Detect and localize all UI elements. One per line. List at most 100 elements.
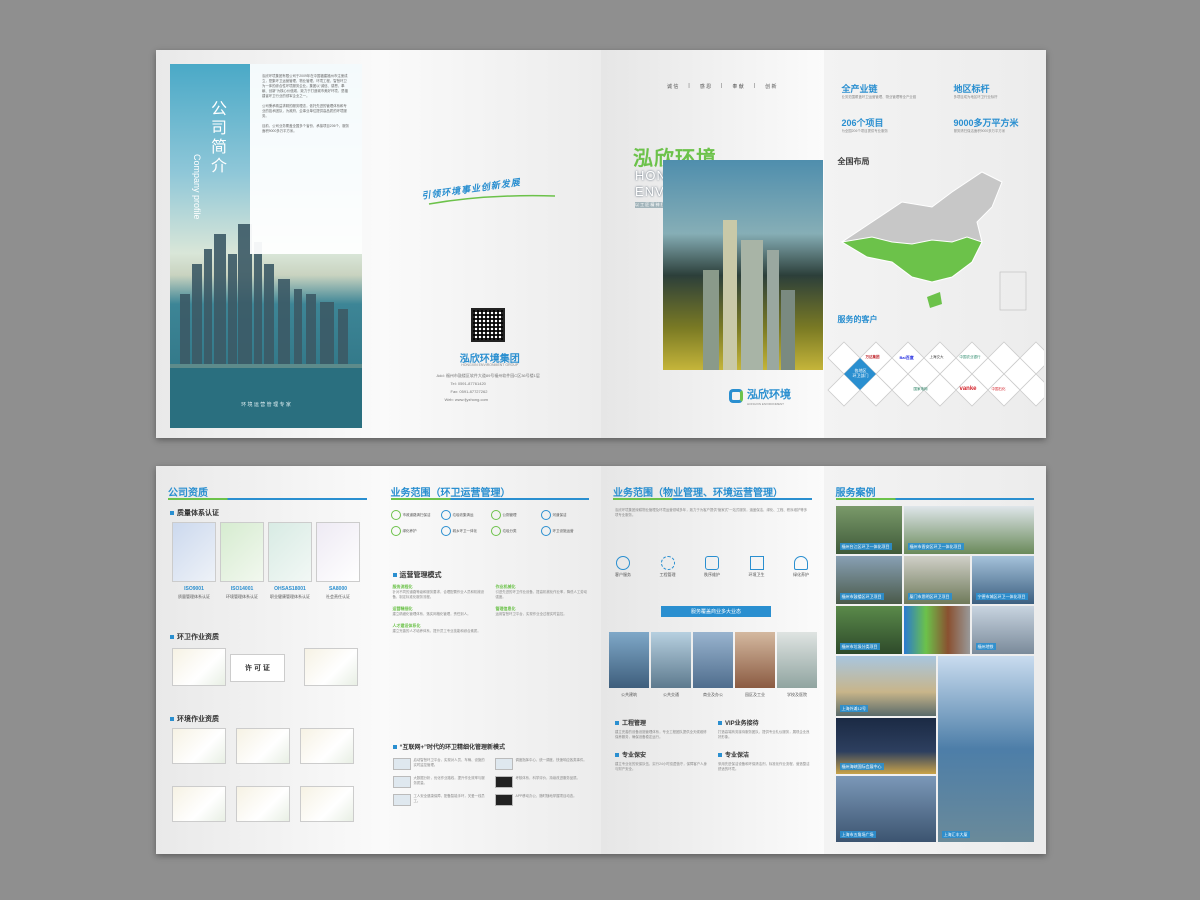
service-item: 绿化养护 (390, 526, 441, 536)
company-profile-panel: 公司简介 Company profile 环 境 运 营 管 理 专 家 泓欣环… (156, 50, 379, 438)
mode-item: 服务流程化 针对不同的道路等级和服务要求，合理配置作业人员和机械设备，制定标准化服… (392, 584, 485, 599)
service-item: 公厕管理 (490, 510, 541, 520)
screen-icon (494, 794, 513, 806)
case-photo: 福州地铁 (971, 606, 1034, 654)
shield-icon (705, 556, 719, 570)
stat-item: 9000多万平方米 服务清扫保洁面积9000多万平方米 (954, 116, 1036, 134)
service-item: 垃圾收集清运 (440, 510, 491, 520)
address-value: 福州市鼓楼区软件大道89号福州软件园C区36号楼1层 (445, 373, 540, 378)
property-business-panel: 业务范围（物业管理、环境运营管理） 泓欣环境集团深耕物业管理及环境运营领域多年，… (601, 466, 824, 854)
service-icon-item: 绿化养护 (793, 556, 809, 578)
back-brand-en: HONGXIN ENVIRONMENT GROUP (461, 363, 519, 367)
nav-item: 奉 献 (732, 84, 744, 90)
china-map (840, 171, 1026, 311)
case-photo: 福州市晋安区环卫一体化项目 (903, 506, 1034, 554)
cert-env-2 (236, 728, 290, 764)
property-section: 专业保安 建立专业化的安保队伍，实行24小时巡逻值守，保障客户人身与财产安全。 (615, 750, 708, 772)
client-wanda: 万达集团 (865, 355, 880, 359)
sanitation-business-panel: 业务范围（环卫运营管理） 市政道路清扫保洁 垃圾收集清运 公厕管理 河道保洁 绿… (378, 466, 601, 854)
address-line: Add: 福州市鼓楼区软件大道89号福州软件园C区36号楼1层 (436, 373, 540, 378)
mode-item: 运营精细化 建立精细化管理体系，落实网格化管理，责任到人。 (392, 606, 471, 616)
client-logo-grid: 各地区 环卫部门 万达集团 Bai百度 上海交大 中国农业银行 国家电网 vank… (826, 338, 1046, 418)
cert-permit (172, 648, 226, 686)
sanitation-title: 业务范围（环卫运营管理） (390, 488, 511, 499)
photo-public-transport (651, 632, 691, 688)
facility-icon (540, 526, 551, 536)
cert-iso9001 (172, 522, 216, 582)
property-sections: 工程管理 建立完善的设备设施管理体系，专业工程团队提供全天候维修保养服务，确保设备… (615, 718, 811, 772)
city-skyline-photo: 公司简介 Company profile 环 境 运 营 管 理 专 家 泓欣环… (170, 64, 362, 428)
stat-desc: 多项目成为地区环卫行业标杆 (953, 95, 998, 99)
internet-heading: “互联网+”时代的环卫精细化管理新模式 (393, 742, 506, 751)
photo-industrial (735, 632, 775, 688)
mode-item: 管理信息化 运用智慧环卫平台，实现作业全过程实时监控。 (495, 606, 567, 616)
property-section: VIP业务接待 打造高端商务接待服务团队，提供专业礼仪服务，展现企业良好形象。 (718, 718, 811, 740)
fax-line: Fax: 0591-87727262 (450, 389, 488, 394)
mode-heading: 运营管理模式 (393, 570, 442, 580)
screen-icon (392, 758, 411, 770)
photo-office (693, 632, 733, 688)
service-icon-item: 工程管理 (660, 556, 676, 578)
photo-school (777, 632, 817, 688)
contact-block: Add: 福州市鼓楼区软件大道89号福州软件园C区36号楼1层 Tel: 059… (437, 372, 540, 404)
tower-graphic (703, 220, 795, 370)
case-photo: 福州海峡国际会展中心 (835, 718, 936, 774)
intro-text-box: 泓欣环境集团有限公司于2009年在中国福建福州市注册成立，是集环卫运营管理、物业… (250, 64, 362, 254)
client-sinopec: 中国石化 (991, 387, 1006, 391)
sanitation-title-rule (390, 498, 589, 500)
tel-line: Tel: 0591-87761420 (450, 381, 486, 386)
cert-env-3 (300, 728, 354, 764)
internet-item: 启动智慧环卫平台，实现对人员、车辆、设施的实时监控管理。 (392, 758, 487, 770)
service-cases-panel: 服务案例 福州台江区环卫一体化项目 福州市晋安区环卫一体化项目 福州市鼓楼区环卫… (823, 466, 1046, 854)
cases-title: 服务案例 (835, 488, 876, 499)
property-intro: 泓欣环境集团深耕物业管理及环境运营领域多年，致力于为客户提供“管家式”一站式服务… (615, 508, 808, 517)
fax-value: 0591-87727262 (459, 389, 488, 394)
qualifications-panel: 公司资质 质量体系认证 ISO9001 ISO14001 OHSAS18001 … (156, 466, 379, 854)
brochure-inner-sheet: 公司资质 质量体系认证 ISO9001 ISO14001 OHSAS18001 … (156, 466, 1046, 854)
case-photo: 福州市鼓楼区环卫项目 (835, 556, 902, 604)
service-item: 城乡环卫一体化 (440, 526, 491, 536)
client-gov: 各地区 环卫部门 (852, 368, 869, 378)
case-photo: 宁德市城区环卫一体化项目 (971, 556, 1034, 604)
stat-item: 地区标杆 多项目成为地区环卫行业标杆 (954, 82, 1036, 100)
tree-icon (390, 526, 401, 536)
intro-paragraph: 泓欣环境集团有限公司于2009年在中国福建福州市注册成立，是集环卫运营管理、物业… (262, 74, 350, 133)
property-title-rule (613, 498, 812, 500)
case-photo-tower: 上海汇丰大厦 (937, 656, 1034, 842)
truck-icon (440, 510, 451, 520)
cert-code: ISO14001 (230, 586, 254, 592)
quality-cert-heading: 质量体系认证 (170, 508, 219, 518)
service-icon-grid: 市政道路清扫保洁 垃圾收集清运 公厕管理 河道保洁 绿化养护 城乡环卫一体化 垃… (390, 510, 591, 536)
service-icon-item: 环境卫生 (749, 556, 765, 578)
stat-label: 全产业链 (841, 84, 878, 94)
national-layout-panel: 全产业链 业务范围覆盖环卫运营管理、物业管理等全产业链 地区标杆 多项目成为地区… (823, 50, 1046, 438)
case-photo: 福州台江区环卫一体化项目 (835, 506, 902, 554)
front-nav: 诚 信 | 感 恩 | 奉 献 | 创 新 (667, 83, 777, 90)
internet-items: 启动智慧环卫平台，实现对人员、车辆、设施的实时监控管理。 调度指挥中心，统一调度… (392, 758, 589, 806)
people-icon (616, 556, 630, 570)
cert-code: ISO9001 (184, 586, 204, 592)
drop-icon (440, 526, 451, 536)
photo-strip (609, 632, 817, 688)
env-cert-heading: 环境作业资质 (170, 714, 219, 724)
cert-name: 环境管理体系认证 (226, 594, 258, 599)
slogan-swoosh (428, 194, 555, 205)
internet-item: 考核体系，科学评价，持续改进服务品质。 (494, 776, 589, 788)
nav-item: 诚 信 (667, 84, 679, 90)
cert-code: OHSAS18001 (274, 586, 306, 592)
photo-captions: 公共建筑 公共交通 商业及办公 园区及工业 学校及医院 (621, 692, 807, 697)
cert-name: 职业健康管理体系认证 (270, 594, 310, 599)
permit-title: 许 可 证 (230, 654, 285, 682)
screen-icon (494, 776, 513, 788)
mode-item: 人才建设体系化 建立完善的人才培养体系，提升员工专业技能和综合素质。 (392, 623, 481, 633)
screen-icon (392, 776, 411, 788)
property-title: 业务范围（物业管理、环境运营管理） (613, 488, 783, 499)
front-logo: 泓欣环境 HONGXIN ENVIRONMENT (729, 386, 791, 406)
nav-item: 感 恩 (699, 84, 712, 90)
internet-item: APP移动办公，随时随地掌握项目动态。 (494, 794, 589, 806)
service-item: 市政道路清扫保洁 (390, 510, 441, 520)
front-logo-text: 泓欣环境 (747, 389, 791, 401)
client-sjtu: 上海交大 (929, 355, 944, 359)
client-baidu: Bai百度 (899, 355, 914, 360)
cert-member (304, 648, 358, 686)
